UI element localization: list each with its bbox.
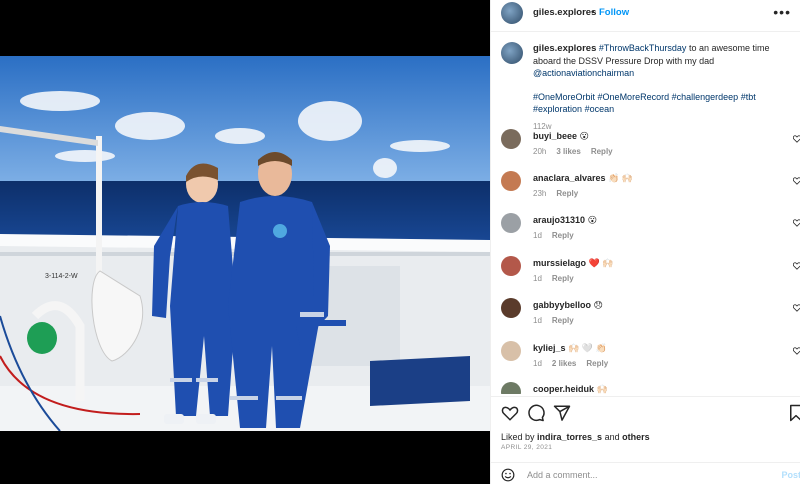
liked-by-user[interactable]: indira_torres_s [537, 432, 602, 442]
header-separator: • [591, 7, 595, 18]
reply-button[interactable]: Reply [556, 189, 578, 198]
comment-likes[interactable]: 3 likes [556, 147, 580, 156]
reply-button[interactable]: Reply [586, 359, 608, 368]
post-date[interactable]: APRIL 29, 2021 [501, 444, 552, 451]
tag-link[interactable]: #OneMoreOrbit [533, 92, 595, 102]
caption-tags: #OneMoreOrbit #OneMoreRecord #challenger… [533, 91, 795, 115]
heart-icon[interactable] [793, 347, 800, 355]
post-comment-button[interactable]: Post [781, 470, 800, 480]
commenter-avatar[interactable] [501, 171, 521, 191]
follow-button[interactable]: Follow [599, 7, 629, 18]
commenter-avatar[interactable] [501, 341, 521, 361]
bookmark-icon[interactable] [787, 404, 800, 422]
instagram-post-modal: 3-114-2-W giles.explores • Follow ••• gi… [0, 0, 800, 484]
photo-pane: 3-114-2-W [0, 0, 490, 484]
tag-link[interactable]: #challengerdeep [672, 92, 739, 102]
emoji-icon[interactable] [501, 468, 515, 482]
heart-icon[interactable] [793, 304, 800, 312]
reply-button[interactable]: Reply [552, 231, 574, 240]
comment-meta: 23h Reply [533, 189, 579, 198]
comment-text: araujo31310 😮 [533, 215, 597, 225]
tag-link[interactable]: #OneMoreRecord [598, 92, 670, 102]
heart-icon[interactable] [501, 404, 519, 422]
caption-mention[interactable]: @actionaviationchairman [533, 68, 634, 78]
tag-link[interactable]: #tbt [741, 92, 756, 102]
tag-link[interactable]: #ocean [585, 104, 615, 114]
liked-by-others[interactable]: others [622, 432, 650, 442]
comment-meta: 1d 2 likes Reply [533, 359, 609, 368]
heart-icon[interactable] [793, 262, 800, 270]
comment-item: murssielago ❤️ 🙌🏻 1d Reply [501, 256, 800, 288]
author-username[interactable]: giles.explores [533, 7, 596, 18]
comment-likes[interactable]: 2 likes [552, 359, 576, 368]
comment-text: anaclara_alvares 👏🏻 🙌🏻 [533, 173, 633, 183]
reply-button[interactable]: Reply [552, 316, 574, 325]
commenter-avatar[interactable] [501, 256, 521, 276]
comment-item: buyi_beee 😮 20h 3 likes Reply [501, 129, 800, 161]
post-details-panel: giles.explores • Follow ••• giles.explor… [490, 0, 800, 484]
heart-icon[interactable] [793, 177, 800, 185]
header-divider [491, 31, 800, 32]
heart-icon[interactable] [793, 219, 800, 227]
commenter-avatar[interactable] [501, 213, 521, 233]
share-icon[interactable] [553, 404, 571, 422]
commenter-avatar[interactable] [501, 298, 521, 318]
comment-item: araujo31310 😮 1d Reply [501, 213, 800, 245]
add-comment-bar: Add a comment... Post [491, 462, 800, 484]
caption-hashtag[interactable]: #ThrowBackThursday [599, 43, 687, 53]
tag-link[interactable]: #exploration [533, 104, 582, 114]
post-caption: giles.explores #ThrowBackThursday to an … [533, 42, 795, 133]
comment-item: anaclara_alvares 👏🏻 🙌🏻 23h Reply [501, 171, 800, 203]
comment-item: cooper.heiduk 🙌🏻 [501, 382, 799, 394]
author-avatar[interactable] [501, 2, 523, 24]
comment-meta: 1d Reply [533, 316, 574, 325]
comment-item: gabbyybelloo 😞 1d Reply [501, 298, 800, 330]
reply-button[interactable]: Reply [552, 274, 574, 283]
post-photo: 3-114-2-W [0, 56, 490, 431]
commenter-avatar[interactable] [501, 129, 521, 149]
comment-item: kyliej_s 🙌🏻 🤍 👏🏻 1d 2 likes Reply [501, 341, 800, 373]
comment-text: gabbyybelloo 😞 [533, 300, 603, 310]
comment-text: kyliej_s 🙌🏻 🤍 👏🏻 [533, 343, 607, 353]
action-bar [491, 398, 800, 428]
caption-author-avatar[interactable] [501, 42, 523, 64]
more-options-icon[interactable]: ••• [773, 4, 791, 20]
comment-icon[interactable] [527, 404, 545, 422]
comment-meta: 1d Reply [533, 274, 574, 283]
svg-text:3-114-2-W: 3-114-2-W [45, 273, 78, 280]
likes-summary: Liked by indira_torres_s and others [501, 432, 650, 442]
caption-author[interactable]: giles.explores [533, 43, 596, 54]
heart-icon[interactable] [793, 135, 800, 143]
commenter-avatar[interactable] [501, 382, 521, 394]
comment-input[interactable]: Add a comment... [527, 470, 598, 480]
reply-button[interactable]: Reply [591, 147, 613, 156]
comment-meta: 1d Reply [533, 231, 574, 240]
post-header: giles.explores • Follow ••• [491, 0, 800, 25]
comment-meta: 20h 3 likes Reply [533, 147, 613, 156]
comment-text: buyi_beee 😮 [533, 131, 589, 141]
comment-text: cooper.heiduk 🙌🏻 [533, 384, 608, 394]
comment-text: murssielago ❤️ 🙌🏻 [533, 258, 614, 268]
actions-divider [491, 396, 800, 397]
